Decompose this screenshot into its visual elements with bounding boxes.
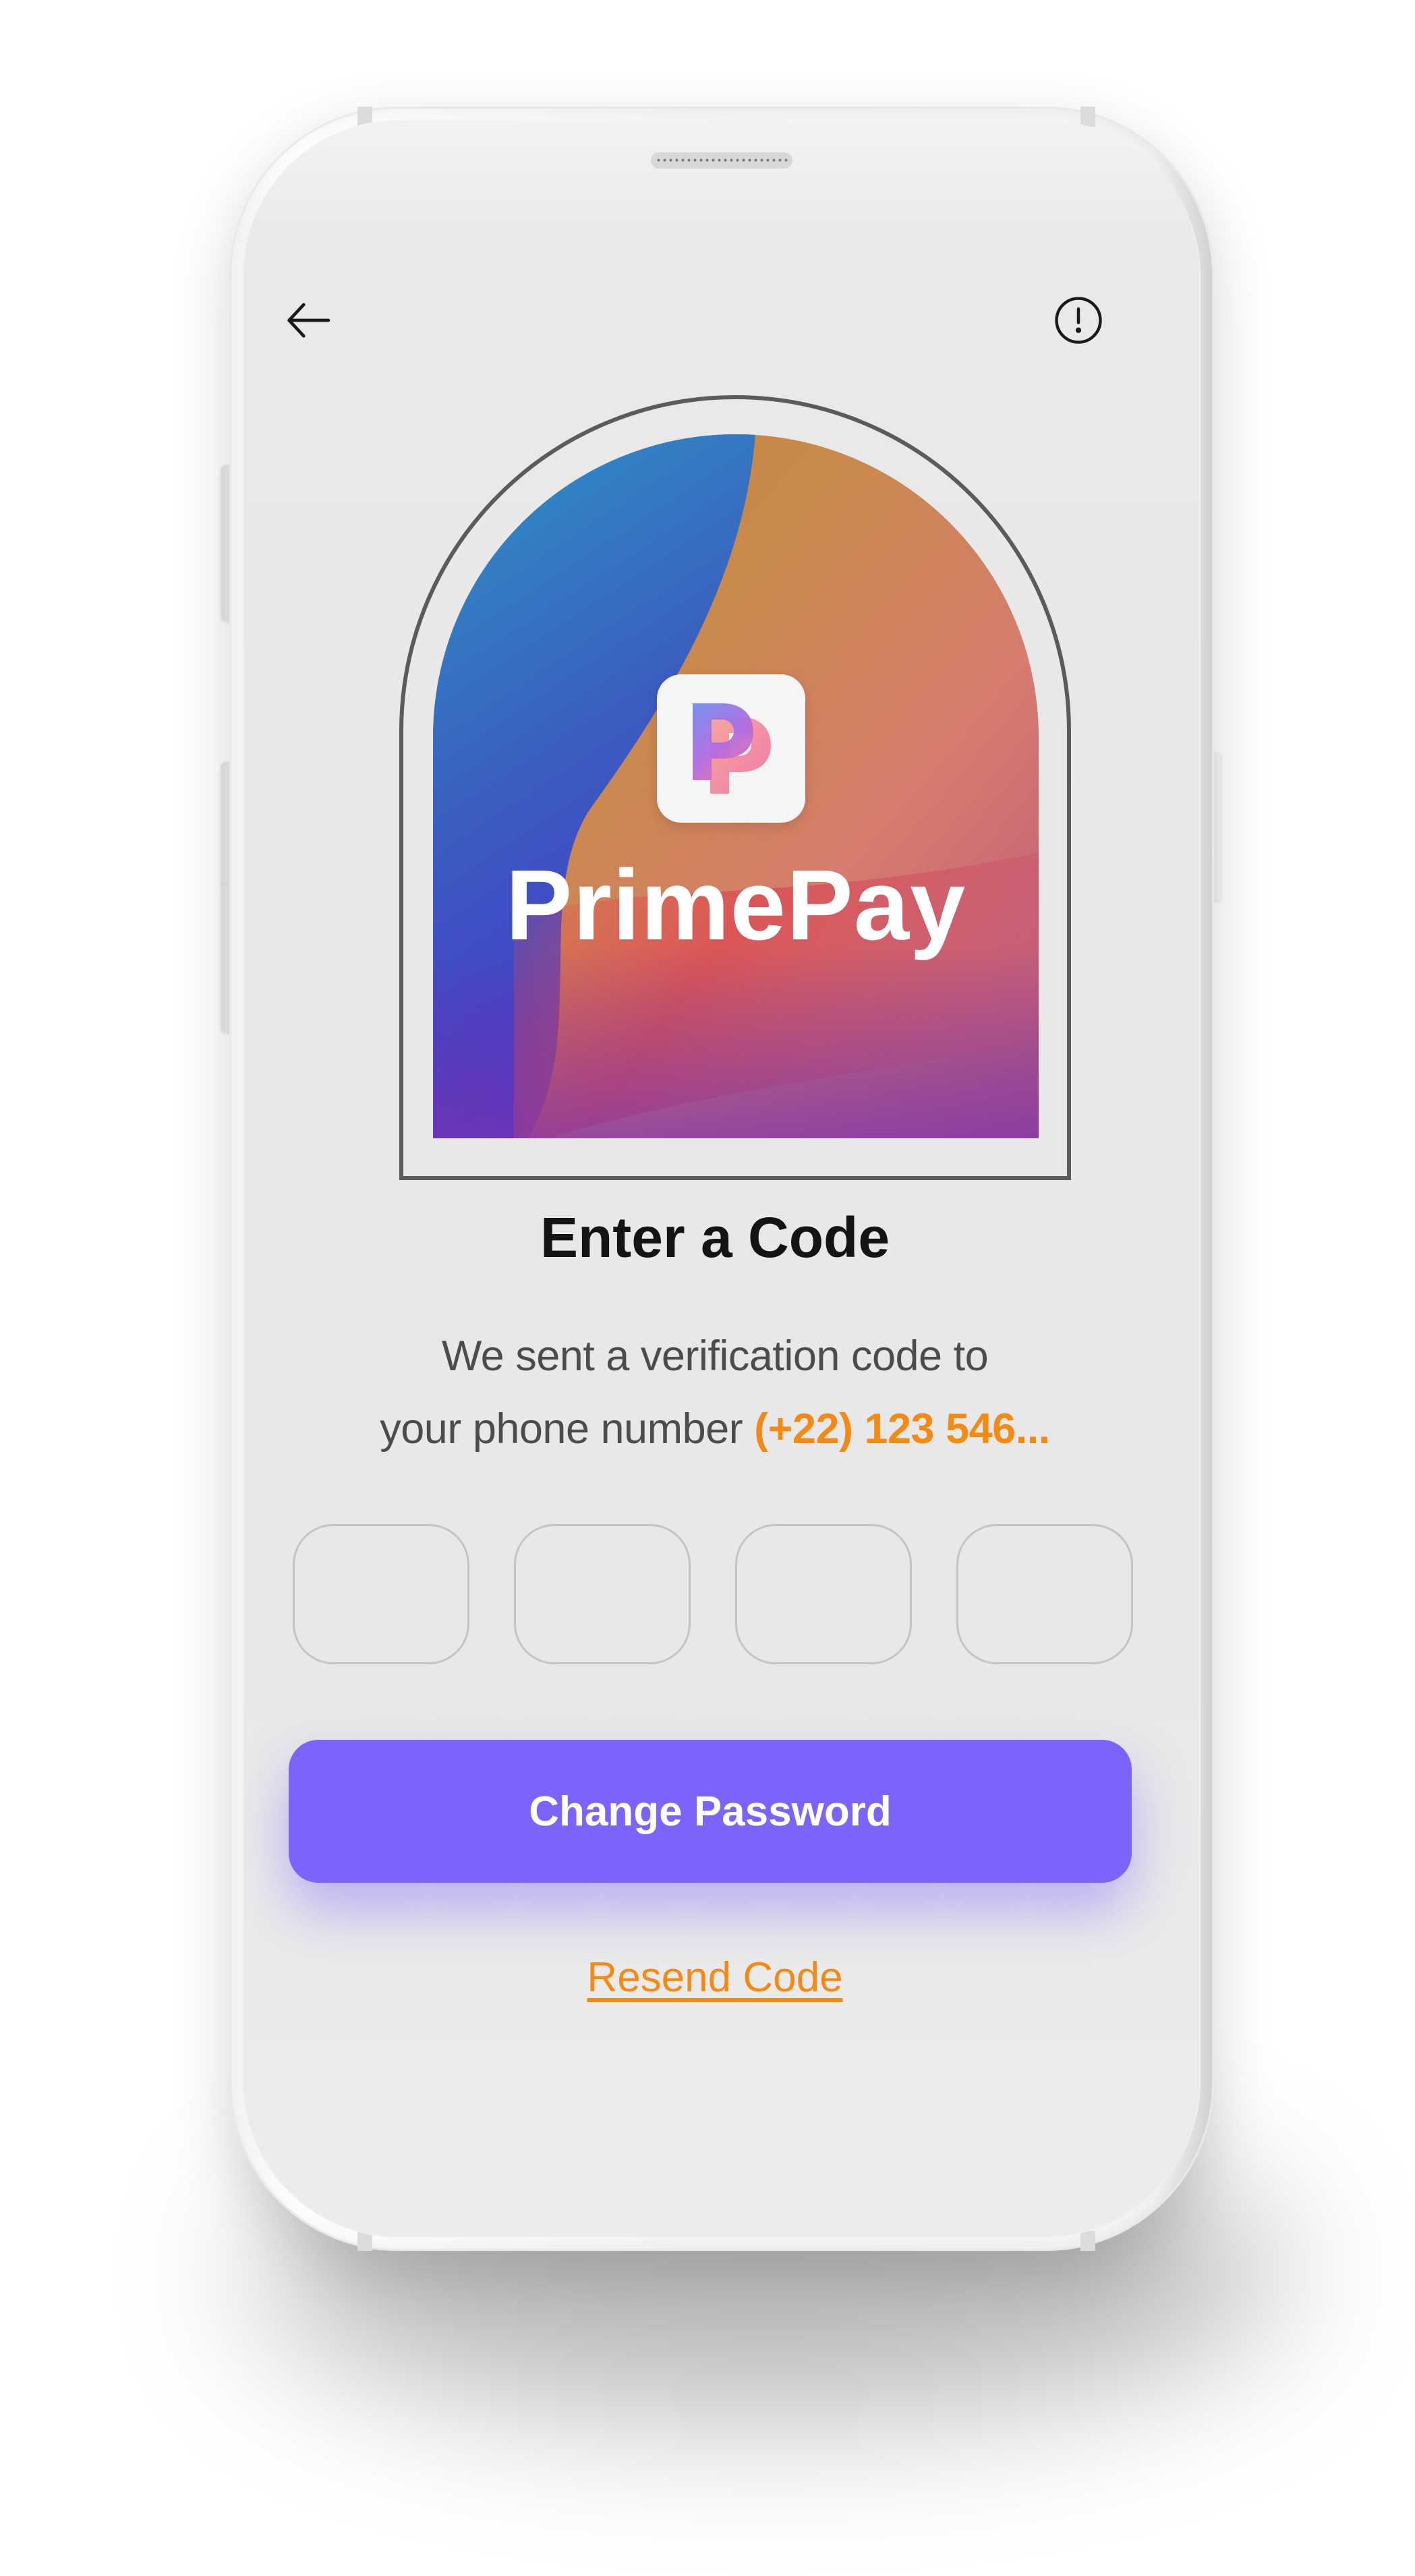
primepay-p-logo — [693, 703, 771, 794]
resend-code-link[interactable]: Resend Code — [243, 1948, 1187, 2008]
code-digit-1-input[interactable] — [293, 1524, 469, 1664]
frame-antenna-line — [1080, 2231, 1095, 2251]
code-digit-2-input[interactable] — [514, 1524, 691, 1664]
arrow-left-icon — [287, 303, 330, 338]
status-area — [243, 120, 1201, 221]
verification-message-prefix: your phone number — [380, 1405, 755, 1453]
back-button[interactable] — [278, 290, 339, 351]
brand-name: PrimePay — [505, 850, 966, 961]
app-logo — [657, 674, 805, 823]
phone-number: (+22) 123 546... — [754, 1405, 1050, 1453]
verification-message-line1: We sent a verification code to — [441, 1333, 989, 1380]
change-password-button[interactable]: Change Password — [289, 1740, 1132, 1883]
earpiece-grille — [656, 156, 788, 165]
code-digit-3-input[interactable] — [735, 1524, 912, 1664]
phone-screen: PrimePay Enter a Code We sent a verifica… — [243, 120, 1201, 2237]
alert-circle-icon — [1055, 297, 1102, 344]
verification-message-line2: your phone number (+22) 123 546... — [243, 1399, 1187, 1459]
code-digit-4-input[interactable] — [956, 1524, 1133, 1664]
info-button[interactable] — [1048, 290, 1109, 351]
page-title: Enter a Code — [540, 1206, 890, 1269]
